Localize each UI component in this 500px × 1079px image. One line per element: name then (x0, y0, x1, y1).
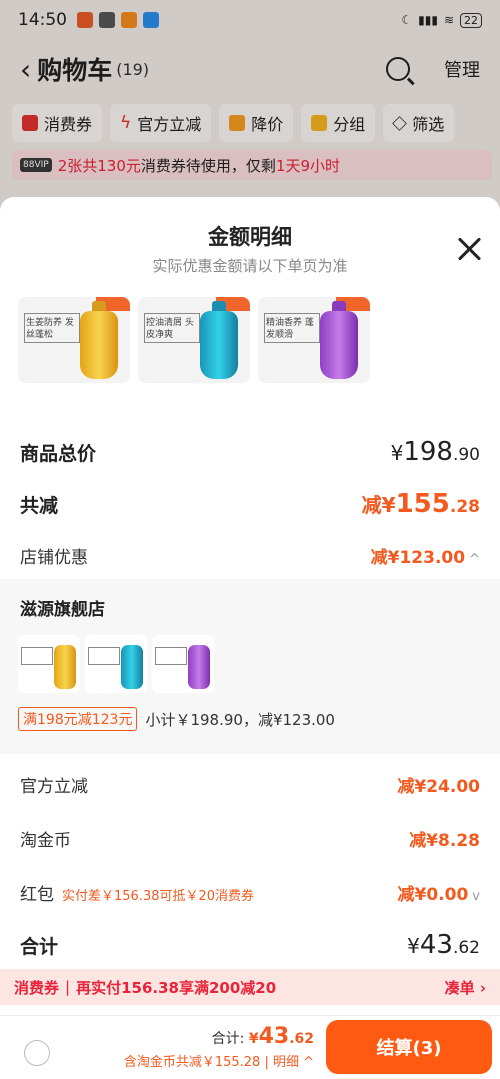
add-items-link[interactable]: 凑单 › (445, 977, 486, 998)
sum-label: 合计 (20, 936, 59, 958)
official-discount-row: 官方立减 减¥24.00 (20, 772, 480, 797)
checkout-totals: 合计: ¥43.62 含淘金币共减￥155.28 | 明细 ^ (123, 1024, 314, 1070)
sheet-subtitle: 实际优惠金额请以下单页为准 (152, 257, 348, 275)
shop-detail: 滋源旗舰店 满198元减123元 小计￥198.90，减¥123.00 (0, 579, 500, 754)
product-image[interactable]: 生姜防养 发丝蓬松 (18, 297, 130, 383)
hongbao-row[interactable]: 红包 实付差￥156.38可抵￥20消费券 减¥0.00 v (20, 880, 480, 905)
sum-row: 合计 ¥43.62 (20, 930, 480, 960)
chevron-up-icon[interactable]: ^ (469, 552, 480, 567)
taojinbi-label: 淘金币 (20, 831, 71, 851)
total-price-label: 商品总价 (20, 443, 97, 465)
hongbao-label: 红包 (20, 885, 54, 905)
shop-product-image[interactable] (85, 635, 147, 693)
taojinbi-row: 淘金币 减¥8.28 (20, 826, 480, 851)
coupon-hint: 再实付156.38享满200减20 (76, 978, 277, 997)
taojinbi-value: 减¥8.28 (409, 831, 480, 851)
shop-discount-value: 减¥123.00 (370, 548, 466, 568)
total-price-value: ¥198.90 (390, 437, 480, 467)
amount-detail-sheet: 金额明细 实际优惠金额请以下单页为准 生姜防养 发丝蓬松 控油清屑 头皮净爽 精… (0, 197, 500, 1079)
shop-product-image[interactable] (152, 635, 214, 693)
hongbao-note: 实付差￥156.38可抵￥20消费券 (62, 889, 255, 904)
shop-discount-label: 店铺优惠 (20, 548, 88, 568)
product-image[interactable]: 精油香养 蓬发顺滑 (258, 297, 370, 383)
shop-subtotal: 小计￥198.90，减¥123.00 (145, 710, 335, 729)
promo-tag: 满198元减123元 (18, 707, 138, 731)
sum-value: ¥43.62 (407, 930, 480, 960)
total-reduce-value: 减¥155.28 (361, 489, 480, 519)
total-reduce-row: 共减 减¥155.28 (20, 489, 480, 519)
select-all-checkbox[interactable] (24, 1040, 50, 1066)
checkout-total-amount: ¥43.62 (248, 1024, 314, 1049)
shop-product-thumbnails (18, 635, 214, 693)
close-icon[interactable] (456, 235, 484, 263)
sheet-title: 金额明细 (208, 225, 292, 249)
total-reduce-label: 共减 (20, 495, 59, 517)
checkout-button[interactable]: 结算(3) (326, 1020, 492, 1074)
checkout-bar: 合计: ¥43.62 含淘金币共减￥155.28 | 明细 ^ 结算(3) (0, 1015, 500, 1079)
chevron-down-icon[interactable]: v (472, 889, 480, 904)
official-discount-label: 官方立减 (20, 777, 88, 797)
shop-discount-row[interactable]: 店铺优惠 减¥123.00 ^ (20, 543, 480, 568)
product-thumbnails: 生姜防养 发丝蓬松 控油清屑 头皮净爽 精油香养 蓬发顺滑 (18, 297, 370, 383)
coupon-hint-bar: 消费券 | 再实付156.38享满200减20 凑单 › (0, 969, 500, 1005)
official-discount-value: 减¥24.00 (397, 777, 480, 797)
shop-name[interactable]: 滋源旗舰店 (20, 595, 105, 620)
detail-toggle[interactable]: 含淘金币共减￥155.28 | 明细 ^ (124, 1051, 314, 1070)
hongbao-value: 减¥0.00 (397, 885, 469, 905)
total-price-row: 商品总价 ¥198.90 (20, 437, 480, 467)
shop-product-image[interactable] (18, 635, 80, 693)
coupon-tag: 消费券 (14, 978, 60, 997)
product-image[interactable]: 控油清屑 头皮净爽 (138, 297, 250, 383)
shop-promo: 满198元减123元 小计￥198.90，减¥123.00 (18, 707, 335, 731)
